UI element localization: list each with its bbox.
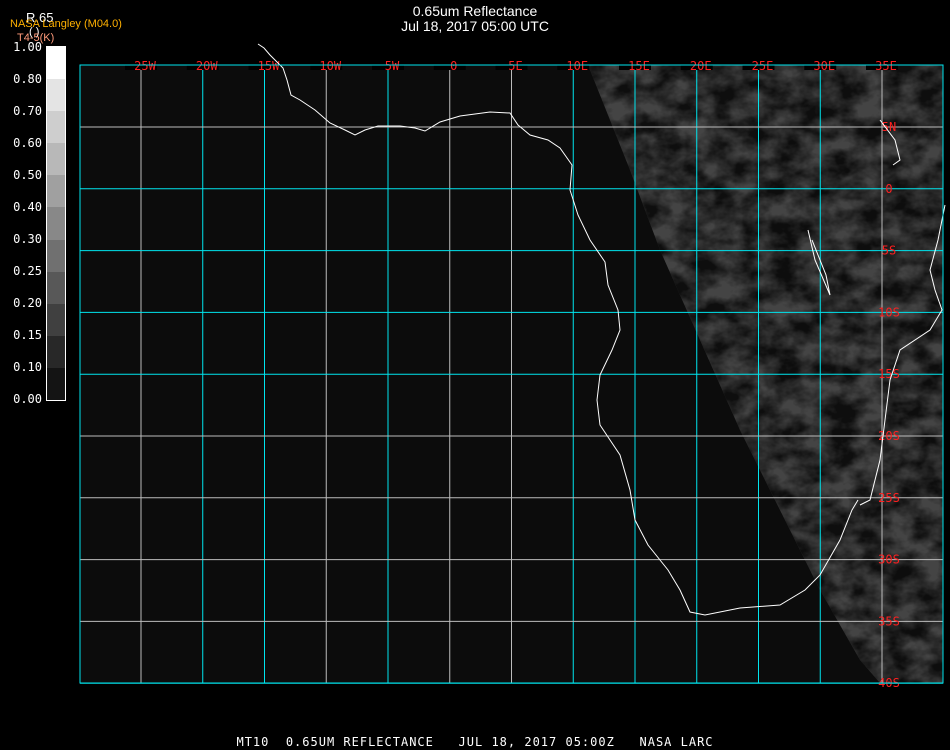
longitude-label: 30E — [813, 59, 835, 73]
footer-caption: MT10 0.65UM REFLECTANCE JUL 18, 2017 05:… — [236, 735, 714, 749]
longitude-label: 10E — [566, 59, 588, 73]
longitude-label: 10W — [319, 59, 341, 73]
longitude-label: 35E — [875, 59, 897, 73]
satellite-viewer: 0.65um Reflectance Jul 18, 2017 05:00 UT… — [0, 0, 950, 750]
longitude-label: 20W — [196, 59, 218, 73]
longitude-label: 25E — [752, 59, 774, 73]
latitude-label: 15S — [878, 367, 900, 381]
latitude-label: 0 — [885, 182, 892, 196]
longitude-label: 15E — [628, 59, 650, 73]
latitude-label: 5S — [882, 244, 896, 258]
longitude-label: 0 — [450, 59, 457, 73]
longitude-label: 25W — [134, 59, 156, 73]
latitude-label: 30S — [878, 553, 900, 567]
longitude-label: 5W — [385, 59, 400, 73]
map-view[interactable]: 25W 20W 15W 10W 5W 0 5E 10E 15E 20E 25E 30E 35E5N05S… — [0, 0, 950, 750]
latitude-label: 20S — [878, 429, 900, 443]
longitude-label: 5E — [508, 59, 522, 73]
longitude-label: 20E — [690, 59, 712, 73]
latitude-label: 35S — [878, 614, 900, 628]
latitude-label: 10S — [878, 305, 900, 319]
latitude-label: 25S — [878, 491, 900, 505]
